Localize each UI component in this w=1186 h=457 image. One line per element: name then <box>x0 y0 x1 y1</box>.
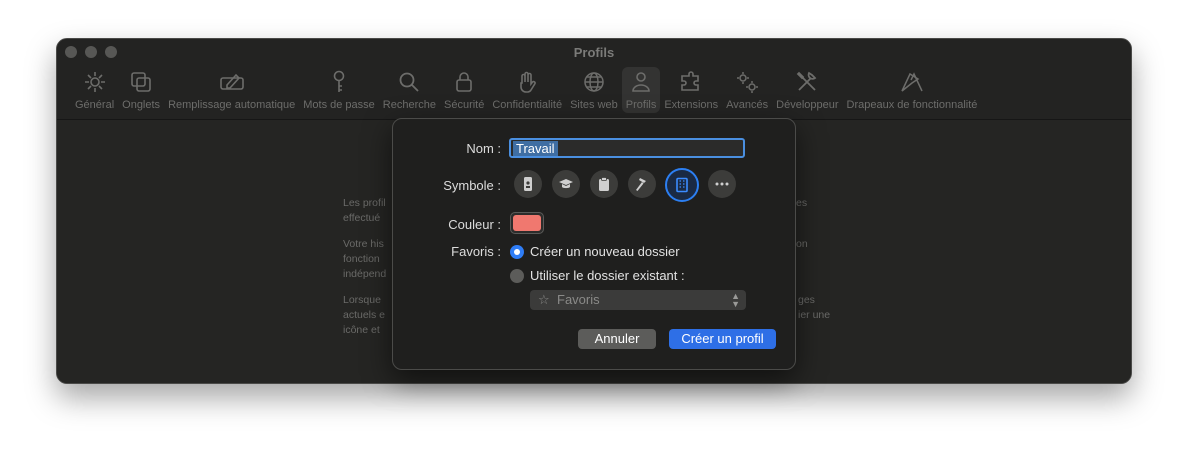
tab-label: Extensions <box>664 99 719 111</box>
profiles-description-1: Les profil effectué <box>343 197 386 224</box>
tab-label: Drapeaux de fonctionnalité <box>846 99 978 111</box>
tab-label: Remplissage automatique <box>168 99 296 111</box>
building-icon <box>676 177 688 193</box>
tab-security[interactable]: Sécurité <box>440 67 488 113</box>
tab-label: Onglets <box>122 99 161 111</box>
color-label: Couleur : <box>448 217 501 232</box>
magnifier-icon <box>399 72 420 92</box>
window-title: Profils <box>573 45 615 60</box>
symbol-graduation-cap-button[interactable] <box>552 170 580 198</box>
symbol-label: Symbole : <box>443 178 501 193</box>
new-folder-label[interactable]: Créer un nouveau dossier <box>530 244 680 259</box>
tab-label: Confidentialité <box>492 99 563 111</box>
profile-name-input[interactable]: Travail <box>509 138 745 158</box>
tab-advanced[interactable]: Avancés <box>722 67 772 113</box>
tools-icon <box>797 71 817 91</box>
lock-icon <box>456 72 472 92</box>
globe-icon <box>584 72 604 92</box>
color-swatch <box>513 215 541 231</box>
tab-tabs[interactable]: Onglets <box>118 67 164 113</box>
puzzle-icon <box>681 71 700 91</box>
tab-autofill[interactable]: Remplissage automatique <box>164 67 299 113</box>
tabs-icon <box>131 72 151 92</box>
existing-folder-label[interactable]: Utiliser le dossier existant : <box>530 268 685 283</box>
favorites-label: Favoris : <box>451 244 501 259</box>
tab-profiles[interactable]: Profils <box>621 67 661 113</box>
profiles-description-1-right: es <box>796 197 808 209</box>
autofill-icon <box>219 73 244 90</box>
person-icon <box>632 72 650 92</box>
tab-search[interactable]: Recherche <box>379 67 440 113</box>
gear-icon <box>84 72 105 92</box>
favorites-folder-value: Favoris <box>557 292 600 307</box>
badge-icon <box>524 177 532 191</box>
chevron-up-down-icon: ▲ ▼ <box>731 291 740 309</box>
clipboard-icon <box>599 177 609 191</box>
tab-privacy[interactable]: Confidentialité <box>488 67 566 113</box>
symbol-hammer-button[interactable] <box>628 170 656 198</box>
profiles-description-2: Votre his fonction indépend <box>343 238 387 280</box>
profiles-description-2-right: on <box>796 238 808 250</box>
tab-developer[interactable]: Développeur <box>772 67 842 113</box>
tab-extensions[interactable]: Extensions <box>660 67 722 113</box>
tab-label: Profils <box>625 99 657 111</box>
tab-label: Recherche <box>382 99 436 111</box>
hand-icon <box>520 71 537 93</box>
title-bar: Profils Général Onglets Remplissage auto… <box>57 39 1131 120</box>
name-label: Nom : <box>466 141 501 156</box>
tab-general[interactable]: Général <box>71 67 118 113</box>
gears-icon <box>737 72 759 93</box>
graduation-cap-icon <box>559 179 573 189</box>
symbol-picker <box>514 168 736 202</box>
tab-label: Général <box>75 99 115 111</box>
preferences-toolbar: Général Onglets Remplissage automatique … <box>71 67 981 113</box>
tab-label: Développeur <box>776 99 839 111</box>
profiles-description-3: Lorsque actuels e icône et <box>343 294 386 336</box>
color-well[interactable] <box>510 212 544 234</box>
tab-label: Avancés <box>726 99 769 111</box>
tab-passwords[interactable]: Mots de passe <box>299 67 379 113</box>
symbol-clipboard-button[interactable] <box>590 170 618 198</box>
symbol-badge-button[interactable] <box>514 170 542 198</box>
create-profile-button[interactable]: Créer un profil <box>669 329 776 349</box>
profiles-description-3-right: ges ier une <box>798 294 831 321</box>
new-folder-radio[interactable] <box>510 245 524 259</box>
more-icon <box>715 182 729 186</box>
tab-websites[interactable]: Sites web <box>566 67 622 113</box>
profile-name-value: Travail <box>513 141 558 156</box>
symbol-building-button[interactable] <box>665 168 699 202</box>
cancel-button[interactable]: Annuler <box>578 329 656 349</box>
tab-label: Sécurité <box>444 99 485 111</box>
existing-folder-radio[interactable] <box>510 269 524 283</box>
key-icon <box>333 70 345 92</box>
tab-label: Mots de passe <box>303 99 375 111</box>
tab-label: Sites web <box>570 99 618 111</box>
star-icon: ☆ <box>538 292 550 307</box>
flags-icon <box>901 72 923 92</box>
hammer-icon <box>636 178 646 191</box>
symbol-more-button[interactable] <box>708 170 736 198</box>
tab-feature-flags[interactable]: Drapeaux de fonctionnalité <box>843 67 982 113</box>
favorites-folder-select[interactable]: ☆ Favoris ▲ ▼ <box>530 290 746 310</box>
new-profile-dialog: Nom : Travail Symbole : Couleur : Favori… <box>392 118 796 370</box>
